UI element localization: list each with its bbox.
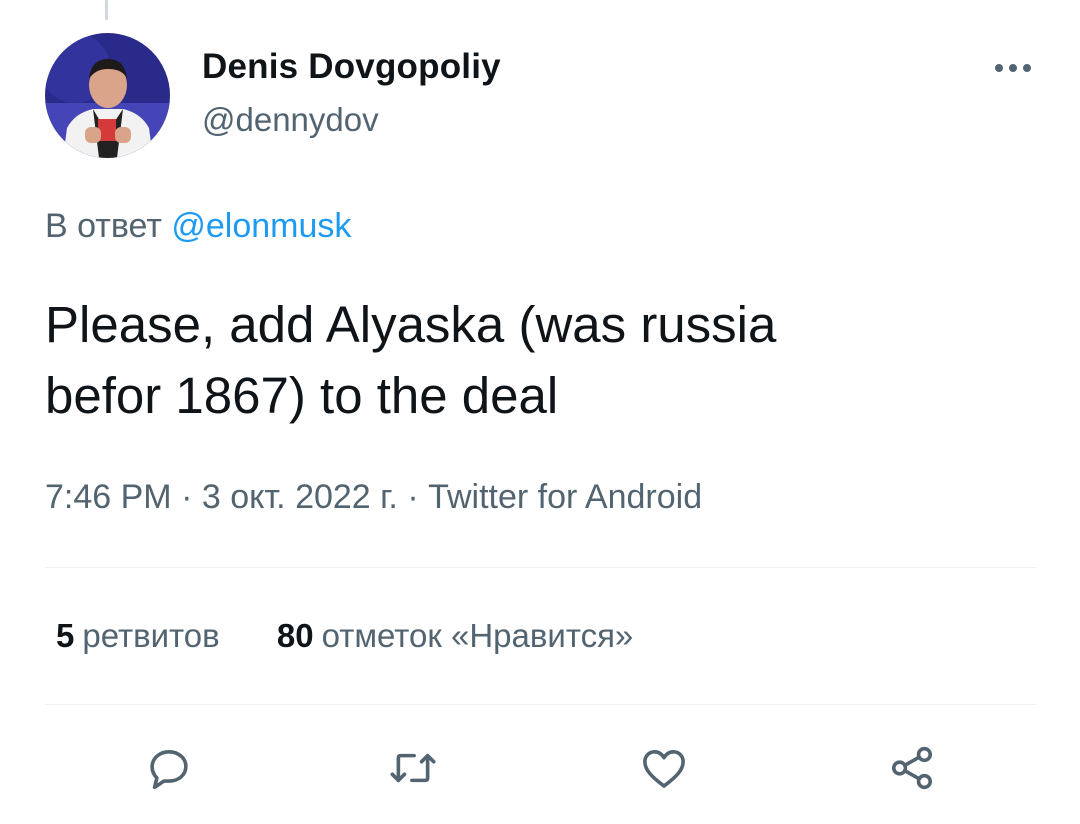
more-dots-icon <box>995 64 1031 72</box>
divider <box>45 567 1037 568</box>
tweet-source[interactable]: Twitter for Android <box>428 478 702 516</box>
retweets-label: ретвитов <box>82 617 220 654</box>
meta-separator: · <box>407 478 419 516</box>
reply-button[interactable] <box>141 740 197 796</box>
tweet-date[interactable]: 3 окт. 2022 г. <box>202 478 398 516</box>
like-button[interactable] <box>636 740 692 796</box>
tweet-time[interactable]: 7:46 PM <box>45 478 172 516</box>
thread-connector-line <box>105 0 108 20</box>
likes-label: отметок «Нравится» <box>321 617 634 654</box>
likes-count: 80 <box>276 617 314 654</box>
divider <box>45 704 1037 705</box>
reply-context: В ответ @elonmusk <box>45 207 351 246</box>
reply-mention-link[interactable]: @elonmusk <box>171 207 351 245</box>
meta-separator: · <box>181 478 193 516</box>
share-button[interactable] <box>884 740 940 796</box>
retweets-stat[interactable]: 5 ретвитов <box>56 617 220 654</box>
reply-prefix: В ответ <box>45 207 162 245</box>
user-avatar-photo-icon <box>45 33 170 158</box>
author-handle[interactable]: @dennydov <box>202 101 379 139</box>
engagement-stats: 5 ретвитов 80 отметок «Нравится» <box>56 617 681 655</box>
heart-icon <box>643 750 685 788</box>
reply-bubble-icon <box>150 750 188 790</box>
retweet-button[interactable] <box>385 740 441 796</box>
retweets-count: 5 <box>56 617 75 654</box>
tweet-metadata: 7:46 PM · 3 окт. 2022 г. · Twitter for A… <box>45 478 702 517</box>
likes-stat[interactable]: 80 отметок «Нравится» <box>277 617 633 654</box>
share-nodes-icon <box>891 746 933 790</box>
author-avatar[interactable] <box>45 33 170 158</box>
retweet-arrows-icon <box>390 753 436 783</box>
author-display-name[interactable]: Denis Dovgopoliy <box>202 47 501 87</box>
tweet-text: Please, add Alyaska (was russia befor 18… <box>45 296 777 424</box>
more-options-button[interactable] <box>988 52 1038 84</box>
